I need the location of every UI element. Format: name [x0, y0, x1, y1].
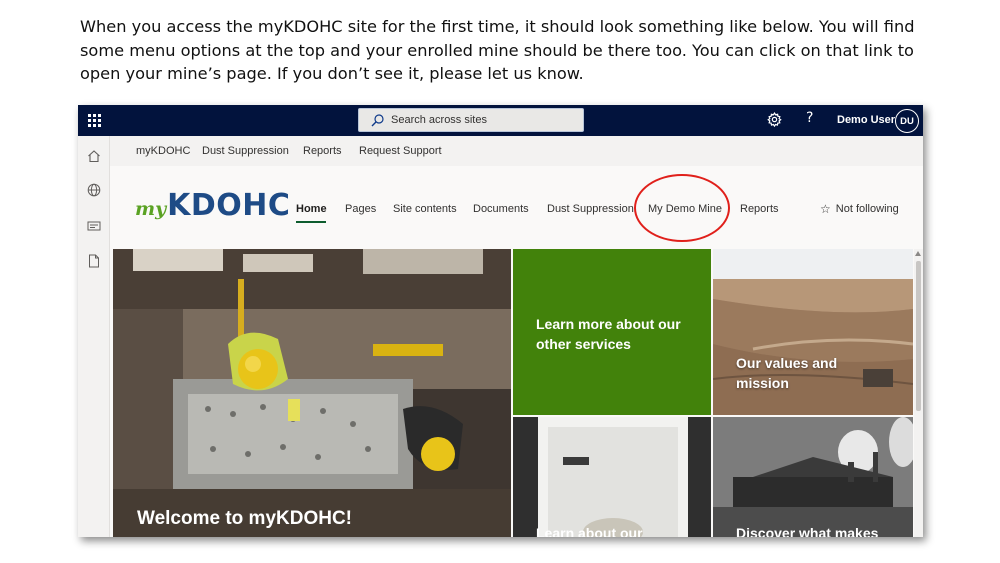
tile-learn-about-text: Learn about our [536, 525, 643, 537]
site-nav-site-contents[interactable]: Site contents [393, 203, 457, 215]
suite-bar: ? Demo User DU [78, 105, 923, 136]
globe-icon[interactable] [86, 182, 102, 198]
user-name[interactable]: Demo User [837, 114, 895, 126]
scroll-thumb[interactable] [916, 261, 921, 411]
hub-navigation: myKDOHC Dust Suppression Reports Request… [110, 136, 923, 166]
app-bar [78, 136, 110, 537]
search-box[interactable] [358, 108, 584, 132]
intro-paragraph: When you access the myKDOHC site for the… [80, 17, 915, 83]
tile-other-services[interactable]: Learn more about our other services [513, 249, 711, 415]
document-icon[interactable] [86, 253, 102, 269]
tile-values-mission[interactable]: Our values and mission [713, 249, 913, 415]
home-icon[interactable] [86, 148, 102, 164]
user-avatar[interactable]: DU [895, 109, 919, 133]
app-launcher-icon[interactable] [78, 105, 110, 136]
search-icon [371, 113, 384, 126]
logo-prefix: my [135, 198, 167, 220]
site-nav-reports[interactable]: Reports [740, 203, 779, 215]
tile-discover[interactable]: Discover what makes [713, 417, 913, 537]
help-button[interactable]: ? [806, 110, 813, 126]
hub-nav-reports[interactable]: Reports [303, 145, 342, 157]
sharepoint-screenshot: ? Demo User DU myKDOHC Dust Suppression … [78, 105, 923, 537]
settings-gear-icon[interactable] [767, 112, 782, 127]
scroll-up-arrow-icon[interactable] [915, 251, 921, 256]
site-header: my KDOHC Home Pages Site contents Docume… [110, 166, 923, 249]
follow-label: Not following [835, 203, 899, 215]
follow-button[interactable]: ☆ Not following [820, 202, 899, 216]
search-input[interactable] [391, 114, 561, 126]
tile-values-mission-text: Our values and mission [736, 355, 838, 391]
star-icon: ☆ [820, 202, 831, 216]
workers-photo [113, 249, 511, 537]
news-icon[interactable] [86, 218, 102, 234]
highlight-annotation-circle [634, 174, 730, 242]
page-scrollbar[interactable] [914, 249, 923, 537]
hub-nav-request-support[interactable]: Request Support [359, 145, 442, 157]
hub-nav-mykdohc[interactable]: myKDOHC [136, 145, 190, 157]
hero-main-title: Welcome to myKDOHC! [137, 508, 353, 529]
site-nav-documents[interactable]: Documents [473, 203, 529, 215]
tile-learn-about[interactable]: Learn about our [513, 417, 711, 537]
hero-main-tile[interactable]: Welcome to myKDOHC! [113, 249, 511, 537]
plant-photo [713, 417, 913, 537]
tile-discover-text: Discover what makes [736, 525, 879, 537]
hub-nav-dust-suppression[interactable]: Dust Suppression [202, 145, 289, 157]
device-photo [513, 417, 711, 537]
site-nav-home[interactable]: Home [296, 203, 327, 215]
site-nav-pages[interactable]: Pages [345, 203, 376, 215]
site-nav-dust-suppression[interactable]: Dust Suppression [547, 203, 634, 215]
site-logo[interactable]: my KDOHC [135, 186, 290, 222]
tile-other-services-text: Learn more about our other services [536, 316, 681, 352]
logo-text: KDOHC [167, 188, 291, 223]
active-nav-indicator [296, 221, 326, 223]
